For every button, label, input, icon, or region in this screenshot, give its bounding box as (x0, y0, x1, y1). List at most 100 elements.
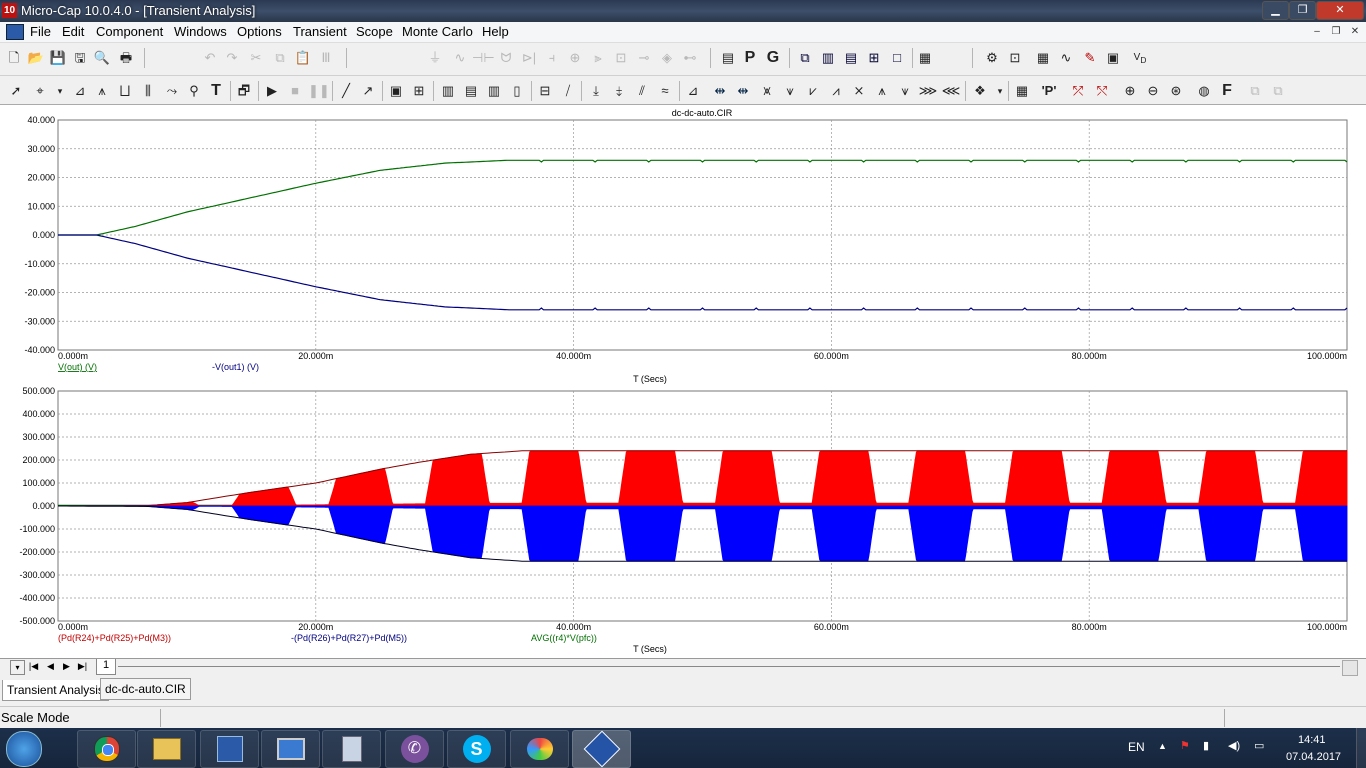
high-cursor-icon[interactable]: ⩗ (803, 81, 823, 101)
chrome-icon[interactable] (77, 730, 136, 768)
legend-pd-m5[interactable]: -(Pd(R26)+Pd(R27)+Pd(M5)) (291, 633, 407, 643)
plot-canvas[interactable]: 40.000 30.000 20.000 10.000 0.000 -10.000 -20.… (0, 105, 1366, 659)
function-f-icon[interactable]: F (1217, 81, 1237, 101)
clock-time[interactable]: 14:41 (1298, 734, 1326, 746)
viber-icon[interactable]: ✆ (385, 730, 444, 768)
tray-expand-icon[interactable]: ▲ (1158, 741, 1167, 751)
stepping-icon[interactable]: ❖ (970, 81, 990, 101)
same-y-scales-icon[interactable]: ⧸ (558, 81, 578, 101)
p-key-icon[interactable]: 'P' (1039, 81, 1059, 101)
pen-icon[interactable]: ✎ (1080, 48, 1100, 68)
resistor-icon[interactable]: ∿ (450, 48, 470, 68)
data-points-icon[interactable]: ▤ (461, 81, 481, 101)
pin-g-button[interactable]: G (763, 48, 783, 68)
tile-horizontal-icon[interactable]: ▤ (841, 48, 861, 68)
legend-v-out[interactable]: V(out) (V) (58, 362, 97, 372)
vertical-axis-icon[interactable]: ▯ (507, 81, 527, 101)
pin-icon[interactable]: ⊸ (634, 48, 654, 68)
page-dropdown-button[interactable]: ▾ (10, 660, 25, 675)
point-tag-icon[interactable]: ⤳ (162, 81, 182, 101)
minor-grid-icon[interactable]: ⊟ (535, 81, 555, 101)
peak-icon[interactable]: ⩚ (92, 81, 112, 101)
line-icon[interactable]: ╱ (336, 81, 356, 101)
save-all-icon[interactable]: 🖫 (70, 48, 90, 68)
rectangle-icon[interactable]: ▣ (386, 81, 406, 101)
vd-icon[interactable]: VD (1130, 48, 1150, 68)
zoom-fit-icon[interactable]: ⊛ (1166, 81, 1186, 101)
calc-sheet-icon[interactable] (200, 730, 259, 768)
calculator-icon[interactable] (322, 730, 381, 768)
prev-simulation-icon[interactable]: ⇹ (733, 81, 753, 101)
bottom-cursor-icon[interactable]: ⋘ (941, 81, 961, 101)
tab-transient-analysis[interactable]: Transient Analysis (2, 680, 109, 701)
mdi-minimize-button[interactable]: ‒ (1308, 24, 1326, 39)
cursor-a-icon[interactable]: ⤱ (1068, 81, 1088, 101)
menu-options[interactable]: Options (237, 24, 282, 39)
capacitor-icon[interactable]: ⊣⊢ (472, 48, 495, 68)
zoom-in-icon[interactable]: ⊕ (1120, 81, 1140, 101)
valley-icon[interactable]: ⨆ (115, 81, 135, 101)
explorer-icon[interactable] (137, 730, 196, 768)
tile-vertical-icon[interactable]: ▥ (818, 48, 838, 68)
legend-avg-pfc[interactable]: AVG((r4)*V(pfc)) (531, 633, 597, 643)
clear-icon[interactable]: Ⅲ (316, 48, 336, 68)
wave-icon[interactable]: ≈ (655, 81, 675, 101)
skype-icon[interactable]: S (447, 730, 506, 768)
run-icon[interactable]: ▶ (262, 81, 282, 101)
prev-page-button[interactable]: ◀ (44, 660, 57, 673)
open-icon[interactable]: 📂 (26, 48, 46, 68)
select-view-icon[interactable]: ◈ (657, 48, 677, 68)
valley-cursor-icon[interactable]: ⩛ (780, 81, 800, 101)
pause-icon[interactable]: ❚❚ (308, 81, 330, 101)
device-icon[interactable]: ▮ (1203, 739, 1209, 752)
app-icon[interactable]: 10 (2, 3, 17, 18)
scale-icon[interactable]: ⊿ (70, 81, 90, 101)
page-tab-1[interactable]: 1 (96, 659, 116, 675)
new-icon[interactable]: 🗋 (4, 48, 24, 68)
save-icon[interactable]: 💾 (48, 48, 68, 68)
cursor-right-icon[interactable]: ⤈ (609, 81, 629, 101)
close-button[interactable]: ✕ (1316, 1, 1364, 20)
plot-window[interactable]: 40.000 30.000 20.000 10.000 0.000 -10.000 -20.… (0, 104, 1366, 659)
copy-icon[interactable]: ⧉ (270, 48, 290, 68)
inductor-icon[interactable]: ᗢ (496, 48, 516, 68)
properties-icon[interactable]: 🗗 (234, 81, 254, 101)
show-desktop-button[interactable] (1356, 728, 1366, 768)
stepping-dropdown-icon[interactable]: ▾ (990, 81, 1010, 101)
next-page-button[interactable]: ▶ (60, 660, 73, 673)
cut-icon[interactable]: ✂ (246, 48, 266, 68)
low-cursor-icon[interactable]: ⩘ (826, 81, 846, 101)
inflection-cursor-icon[interactable]: ⨯ (849, 81, 869, 101)
palette-icon[interactable]: ◍ (1194, 81, 1214, 101)
menu-monte-carlo[interactable]: Monte Carlo (402, 24, 473, 39)
next-simulation-icon[interactable]: ⇹ (710, 81, 730, 101)
last-page-button[interactable]: ▶| (76, 660, 89, 673)
auto-scale-icon[interactable]: ⊿ (683, 81, 703, 101)
numeric-output-icon[interactable]: ▦ (1033, 48, 1053, 68)
paste-icon[interactable]: 📋 (293, 48, 313, 68)
split-window-icon[interactable]: ⊞ (864, 48, 884, 68)
text-icon[interactable]: T (206, 81, 226, 101)
print-preview-icon[interactable]: 🔍 (92, 48, 112, 68)
waveform-icon[interactable]: ∿ (1056, 48, 1076, 68)
legend-v-out1[interactable]: -V(out1) (V) (212, 362, 259, 372)
layer-front-icon[interactable]: ⧉ (1268, 81, 1288, 101)
first-page-button[interactable]: |◀ (27, 660, 40, 673)
minimize-button[interactable]: ▁ (1262, 1, 1289, 20)
pin-p-button[interactable]: P (740, 48, 760, 68)
transistor-icon[interactable]: ⫸ (588, 48, 608, 68)
network-pc-icon[interactable] (261, 730, 320, 768)
battery-icon[interactable]: ⫞ (542, 48, 562, 68)
cursor-left-icon[interactable]: ⤓ (586, 81, 606, 101)
arrow-line-icon[interactable]: ↗ (358, 81, 378, 101)
menu-windows[interactable]: Windows (174, 24, 227, 39)
bottom-plot[interactable]: 500.000 400.000 300.000 200.000 100.000 0.000… (19, 386, 1348, 654)
menu-transient[interactable]: Transient (293, 24, 347, 39)
probe-icon[interactable]: ⚙ (982, 48, 1002, 68)
print-icon[interactable]: 🖶 (116, 48, 136, 68)
analysis-limits-icon[interactable]: ⊡ (1005, 48, 1025, 68)
legend-pd-m3[interactable]: (Pd(R24)+Pd(R25)+Pd(M3)) (58, 633, 171, 643)
source-icon[interactable]: ⊕ (565, 48, 585, 68)
global-high-icon[interactable]: ⩚ (872, 81, 892, 101)
ground-icon[interactable]: ⏚ (425, 48, 445, 68)
